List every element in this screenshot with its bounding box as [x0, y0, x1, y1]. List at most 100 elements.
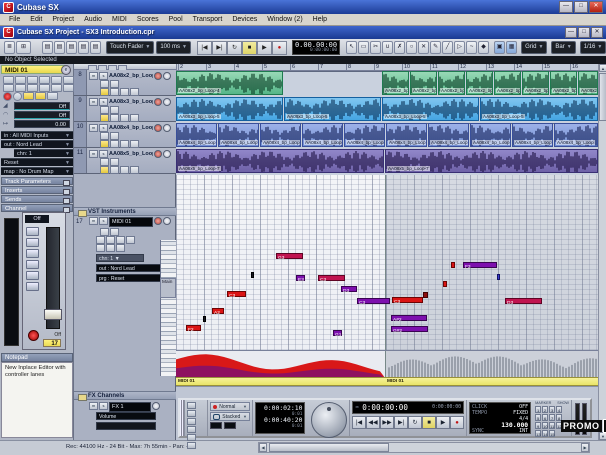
- midi-note[interactable]: G3: [276, 253, 303, 259]
- fx-solo-button[interactable]: s: [99, 402, 108, 410]
- record-button[interactable]: ●: [450, 416, 464, 429]
- read-button[interactable]: [100, 140, 109, 148]
- midi-note[interactable]: G#2: [391, 326, 428, 332]
- fx-channels-folder[interactable]: FX Channels: [74, 391, 176, 400]
- menu-scores[interactable]: Scores: [132, 16, 164, 23]
- stop-button[interactable]: ■: [242, 41, 257, 55]
- inspector-btn-b5[interactable]: [51, 84, 62, 92]
- layout-toggle-1[interactable]: ▤: [42, 41, 53, 54]
- write-automation-button[interactable]: [35, 92, 46, 100]
- channel-strip-btn-4[interactable]: [26, 260, 39, 269]
- audio-event[interactable]: AA08x2_bp_Loop: [578, 71, 598, 95]
- tool-range-button[interactable]: ▭: [358, 41, 369, 54]
- right-locator[interactable]: 0:00:40:20: [258, 417, 303, 424]
- drum-map-dropdown[interactable]: map : No Drum Map▼: [1, 167, 73, 175]
- menu-transport[interactable]: Transport: [188, 16, 228, 23]
- channel-fader-handle[interactable]: [44, 309, 62, 320]
- audio-event[interactable]: AA08x2_bp_Loop: [522, 71, 549, 95]
- midi-btn-2[interactable]: [110, 228, 119, 236]
- monitor-button[interactable]: [163, 72, 171, 80]
- snap-type-button[interactable]: ▦: [506, 41, 517, 54]
- channel-record-button[interactable]: [28, 330, 39, 341]
- track-btn[interactable]: [130, 88, 139, 96]
- maximize-button[interactable]: □: [574, 1, 588, 13]
- midi-track-name[interactable]: MIDI 01: [109, 217, 153, 227]
- midi-note[interactable]: [443, 281, 447, 287]
- record-mode-dropdown[interactable]: Normal▼: [210, 402, 250, 411]
- vscroll-thumb[interactable]: [599, 73, 606, 121]
- tool-scrub-button[interactable]: ~: [466, 41, 477, 54]
- goto-start-button[interactable]: |◀: [197, 41, 212, 55]
- audio-event[interactable]: AA08x2_bp_Loop: [382, 71, 409, 95]
- automation-time-dropdown[interactable]: 100 ms▼: [156, 41, 191, 54]
- marker-11[interactable]: 11: [549, 422, 555, 429]
- track-row-10[interactable]: 10msAA08x4_bp_Loop: [74, 122, 176, 148]
- menu-project[interactable]: Project: [47, 16, 79, 23]
- layout-toggle-3[interactable]: ▤: [66, 41, 77, 54]
- fx-extra-row[interactable]: [96, 422, 156, 430]
- marker-1[interactable]: 1: [535, 406, 541, 413]
- track-btn[interactable]: [120, 88, 129, 96]
- inspector-btn-a4[interactable]: [39, 76, 50, 84]
- inspector-btn-b2[interactable]: [15, 84, 26, 92]
- menu-devices[interactable]: Devices: [227, 16, 262, 23]
- audio-event[interactable]: AA08x4_bp_Loop: [554, 123, 598, 147]
- audio-event[interactable]: AA08x4_bp_Loop: [428, 123, 469, 147]
- rewind-to-start-button[interactable]: |◀: [352, 416, 366, 429]
- tool-line-button[interactable]: ╱: [442, 41, 453, 54]
- section-inserts[interactable]: Inserts: [1, 186, 73, 194]
- velocity-area-selected[interactable]: [176, 351, 385, 378]
- menu-help[interactable]: Help: [308, 16, 332, 23]
- track-btn[interactable]: [100, 132, 109, 140]
- midi-btn-5[interactable]: [116, 236, 125, 244]
- read-button[interactable]: [100, 88, 109, 96]
- track-btn[interactable]: [110, 132, 119, 140]
- inspector-btn-a5[interactable]: [51, 76, 62, 84]
- project-titlebar[interactable]: C Cubase SX Project - SX3 Introduction.c…: [0, 26, 606, 39]
- marker-4[interactable]: 4: [556, 406, 562, 413]
- jog-shuttle-wheel[interactable]: [311, 402, 347, 438]
- punch-in-led[interactable]: [210, 422, 222, 429]
- midi-btn-6[interactable]: [126, 236, 135, 244]
- os-titlebar[interactable]: C Cubase SX — □ ✕: [0, 0, 606, 14]
- layout-toggle-2[interactable]: ▤: [54, 41, 65, 54]
- mute-button[interactable]: m: [89, 150, 98, 158]
- track-btn[interactable]: [110, 88, 119, 96]
- play-button[interactable]: ▶: [436, 416, 450, 429]
- track-row-11[interactable]: 11msAA08x5_bp_Loop: [74, 148, 176, 174]
- grid-type-dropdown[interactable]: Bar▼: [551, 41, 575, 54]
- snap-button[interactable]: ▣: [494, 41, 505, 54]
- mute-button[interactable]: m: [89, 72, 98, 80]
- midi-input-dropdown[interactable]: in : All MIDI Inputs▼: [1, 131, 73, 139]
- audio-event[interactable]: AA08x4_bp_Loop: [470, 123, 511, 147]
- audio-event[interactable]: AA08x4_bp_Loop: [386, 123, 427, 147]
- menu-pool[interactable]: Pool: [164, 16, 188, 23]
- audio-event[interactable]: AA08x4_bp_Loop: [302, 123, 343, 147]
- record-enable-button[interactable]: [154, 124, 162, 132]
- record-enable-button[interactable]: [154, 72, 162, 80]
- track-btn[interactable]: [110, 106, 119, 114]
- menu-midi[interactable]: MIDI: [107, 16, 132, 23]
- track-btn[interactable]: [130, 166, 139, 174]
- inspector-track-name[interactable]: MIDI 01: [1, 65, 65, 74]
- menu-edit[interactable]: Edit: [25, 16, 47, 23]
- track-btn[interactable]: [110, 158, 119, 166]
- tool-split-button[interactable]: ✂: [370, 41, 381, 54]
- edit-channel-button[interactable]: e: [61, 65, 71, 75]
- edit-inplace-button[interactable]: [47, 92, 58, 100]
- channel-strip-btn-3[interactable]: [26, 249, 39, 258]
- track-btn[interactable]: [110, 80, 119, 88]
- monitor-button[interactable]: [163, 98, 171, 106]
- solo-button[interactable]: s: [99, 124, 108, 132]
- marker-6[interactable]: 6: [542, 414, 548, 421]
- horizontal-scrollbar[interactable]: ◀ ▶: [258, 442, 590, 453]
- scroll-left-arrow[interactable]: ◀: [259, 443, 267, 452]
- cycle-mode-dropdown[interactable]: Stacked▼: [210, 412, 250, 421]
- midi-note[interactable]: [497, 274, 500, 280]
- goto-end-button[interactable]: ▶|: [212, 41, 227, 55]
- record-enable-button[interactable]: [154, 98, 162, 106]
- track-btn[interactable]: [120, 140, 129, 148]
- project-close-button[interactable]: ✕: [591, 27, 603, 38]
- marker-13[interactable]: 13: [535, 430, 541, 437]
- monitor-button[interactable]: [163, 150, 171, 158]
